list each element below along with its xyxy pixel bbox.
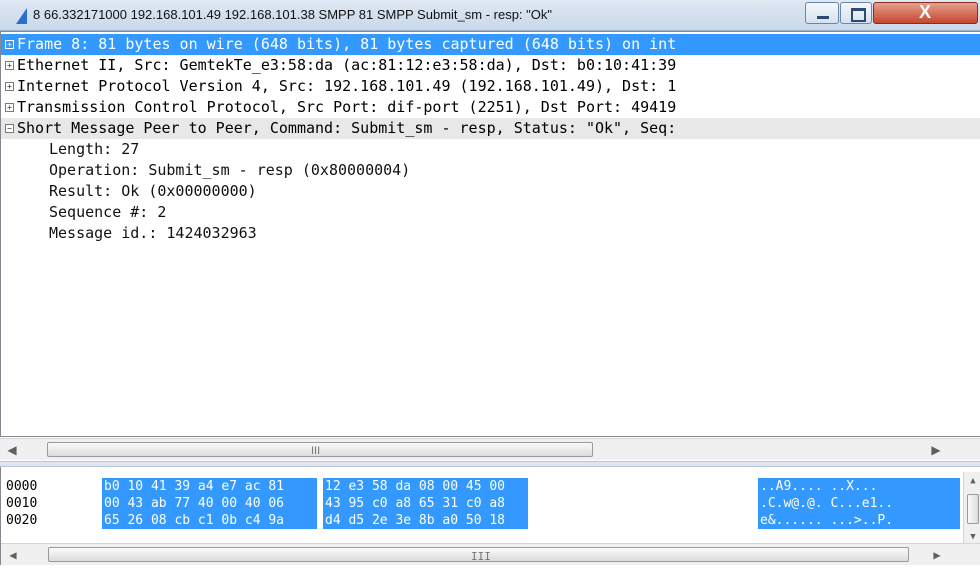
scroll-down-icon[interactable]: ▼ [967,530,979,544]
expand-icon[interactable]: + [5,61,14,70]
packet-details-tree[interactable]: + Frame 8: 81 bytes on wire (648 bits), … [0,31,980,437]
tree-child-sequence[interactable]: Sequence #: 2 [1,202,980,223]
details-horizontal-scrollbar[interactable]: ◀ III ▶ [0,438,980,460]
window-title: 8 66.332171000 192.168.101.49 192.168.10… [33,7,552,22]
hex-offset: 0010 [6,496,38,511]
hex-ascii: .C.w@.@. C...e1.. [758,495,960,512]
hex-bytes-second: 43 95 c0 a8 65 31 c0 a8 [323,495,528,512]
hex-row[interactable]: 0020 65 26 08 cb c1 0b c4 9a d4 d5 2e 3e… [1,512,961,529]
scroll-left-icon[interactable]: ◀ [4,442,20,458]
tree-row-frame[interactable]: + Frame 8: 81 bytes on wire (648 bits), … [1,34,980,55]
close-button[interactable]: X [873,2,978,24]
hex-horizontal-scrollbar[interactable]: ◀ III ▶ [1,543,980,565]
tree-row-label: Internet Protocol Version 4, Src: 192.16… [17,77,677,95]
field-result: Result: Ok (0x00000000) [49,182,257,200]
tree-row-label: Short Message Peer to Peer, Command: Sub… [17,119,677,137]
minimize-button[interactable] [805,2,839,24]
tree-row-tcp[interactable]: + Transmission Control Protocol, Src Por… [1,97,980,118]
scroll-right-icon[interactable]: ▶ [929,547,945,563]
tree-row-label: Frame 8: 81 bytes on wire (648 bits), 81… [17,35,677,53]
tree-row-ip[interactable]: + Internet Protocol Version 4, Src: 192.… [1,76,980,97]
hex-row[interactable]: 0000 b0 10 41 39 a4 e7 ac 81 12 e3 58 da… [1,478,961,495]
tree-child-result[interactable]: Result: Ok (0x00000000) [1,181,980,202]
close-icon: X [919,2,932,22]
tree-child-length[interactable]: Length: 27 [1,139,980,160]
hex-offset: 0020 [6,513,38,528]
maximize-button[interactable] [840,2,872,24]
maximize-icon [851,8,866,22]
scroll-up-icon[interactable]: ▲ [967,474,979,488]
tree-row-smpp[interactable]: − Short Message Peer to Peer, Command: S… [1,118,980,139]
expand-icon[interactable]: + [5,40,14,49]
scroll-grip: III [311,445,321,457]
tree-row-label: Ethernet II, Src: GemtekTe_e3:58:da (ac:… [17,56,677,74]
scroll-right-icon[interactable]: ▶ [928,442,944,458]
expand-icon[interactable]: + [5,103,14,112]
field-message-id: Message id.: 1424032963 [49,224,257,242]
hex-bytes-first: 65 26 08 cb c1 0b c4 9a [102,512,317,529]
tree-row-ethernet[interactable]: + Ethernet II, Src: GemtekTe_e3:58:da (a… [1,55,980,76]
scrollbar-thumb[interactable]: III [47,442,593,457]
window-bottom [0,565,980,587]
expand-icon[interactable]: + [5,82,14,91]
hex-offset: 0000 [6,479,38,494]
tree-child-message-id[interactable]: Message id.: 1424032963 [1,223,980,244]
collapse-icon[interactable]: − [5,124,14,133]
wireshark-fin-icon [16,8,27,24]
packet-bytes-pane[interactable]: 0000 b0 10 41 39 a4 e7 ac 81 12 e3 58 da… [0,467,980,565]
hex-bytes-second: d4 d5 2e 3e 8b a0 50 18 [323,512,528,529]
hex-ascii: ..A9.... ..X... [758,478,960,495]
title-bar: 8 66.332171000 192.168.101.49 192.168.10… [0,0,980,31]
scrollbar-thumb[interactable]: III [48,547,909,563]
tree-child-operation[interactable]: Operation: Submit_sm - resp (0x80000004) [1,160,980,181]
hex-bytes-first: 00 43 ab 77 40 00 40 06 [102,495,317,512]
scroll-left-icon[interactable]: ◀ [5,547,21,563]
hex-bytes-second: 12 e3 58 da 08 00 45 00 [323,478,528,495]
hex-bytes-first: b0 10 41 39 a4 e7 ac 81 [102,478,317,495]
field-length: Length: 27 [49,140,140,158]
hex-vertical-scrollbar[interactable]: ▲ ▼ [963,472,980,548]
field-operation: Operation: Submit_sm - resp (0x80000004) [49,161,411,179]
scrollbar-thumb[interactable] [967,494,979,524]
hex-row[interactable]: 0010 00 43 ab 77 40 00 40 06 43 95 c0 a8… [1,495,961,512]
hex-ascii: e&...... ...>..P. [758,512,960,529]
tree-row-label: Transmission Control Protocol, Src Port:… [17,98,677,116]
field-sequence: Sequence #: 2 [49,203,167,221]
scroll-grip: III [471,550,491,563]
minimize-icon [817,16,829,19]
